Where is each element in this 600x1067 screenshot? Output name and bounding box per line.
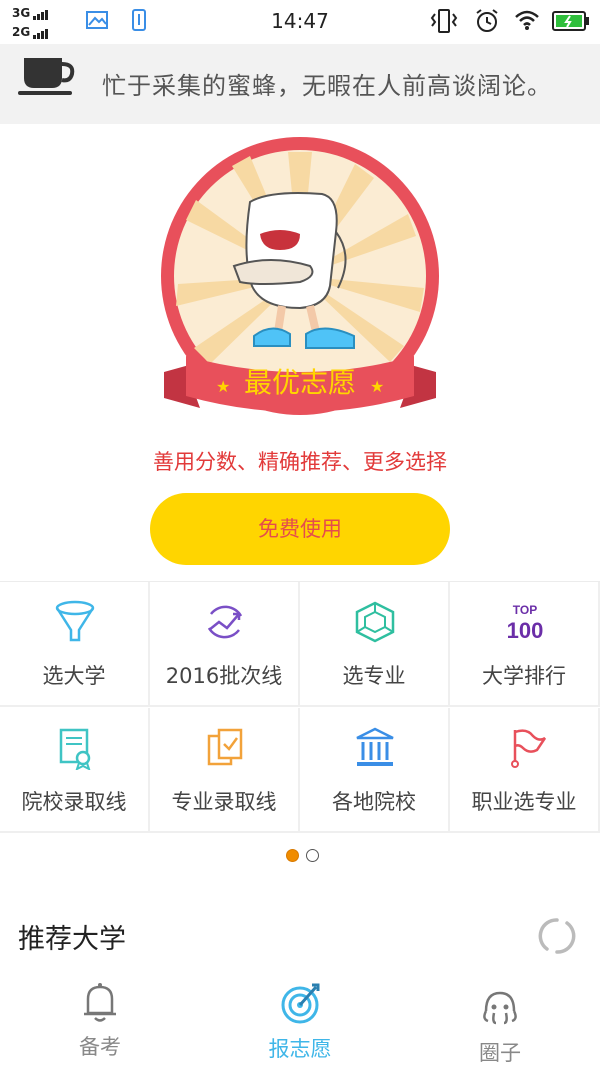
ribbon-star-right: ★: [370, 377, 384, 396]
top100-icon: TOP 100: [507, 603, 544, 643]
battery-icon: [552, 11, 589, 31]
grid-item-choose-major[interactable]: 选专业: [300, 582, 450, 707]
building-icon: [356, 727, 394, 766]
grid-item-batch-line[interactable]: 2016批次线: [150, 582, 300, 707]
flag-icon: [511, 729, 547, 768]
slogan: 善用分数、精确推荐、更多选择: [153, 450, 447, 474]
wifi-icon: [515, 10, 539, 30]
ribbon-star-left: ★: [216, 377, 230, 396]
bottom-tab-bar: 备考 报志愿 圈子: [0, 975, 600, 1067]
recommend-section-title: 推荐大学: [18, 924, 126, 955]
vibrate-icon: [430, 9, 458, 33]
clock: 14:47: [271, 9, 329, 33]
certificate-icon: [59, 728, 91, 770]
grid-item-career-major[interactable]: 职业选专业: [450, 708, 600, 833]
svg-text:TOP: TOP: [513, 603, 537, 617]
svg-text:100: 100: [507, 618, 544, 643]
grid-item-label: 大学排行: [482, 664, 566, 688]
target-icon: [281, 983, 320, 1024]
grid-item-university-ranking[interactable]: TOP 100 大学排行: [450, 582, 600, 707]
quote-text: 忙于采集的蜜蜂，无暇在人前高谈阔论。: [102, 72, 552, 100]
octopus-icon: [483, 991, 517, 1025]
tab-label: 圈子: [479, 1041, 521, 1065]
trend-arrow-icon: [207, 605, 243, 639]
tab-prepare[interactable]: 备考: [0, 975, 200, 1067]
funnel-icon: [55, 600, 95, 642]
ribbon-text: 最优志愿: [244, 366, 356, 399]
grid-item-major-score-line[interactable]: 专业录取线: [150, 708, 300, 833]
bell-icon: [84, 983, 116, 1022]
coffee-cup-icon: [18, 58, 75, 95]
grid-item-label: 2016批次线: [165, 664, 283, 688]
grid-item-label: 选大学: [42, 664, 106, 688]
grid-item-college-score-line[interactable]: 院校录取线: [0, 708, 150, 833]
mascot-badge: ★ ★ 最优志愿: [161, 137, 439, 415]
free-use-button[interactable]: 免费使用: [150, 493, 450, 565]
grid-item-regional-colleges[interactable]: 各地院校: [300, 708, 450, 833]
grid-item-label: 选专业: [342, 664, 406, 688]
page-dot-active[interactable]: [286, 849, 299, 862]
grid-item-choose-university[interactable]: 选大学: [0, 582, 150, 707]
documents-icon: [207, 728, 243, 766]
status-bar: 3G 2G 14:47: [0, 0, 600, 44]
grid-item-label: 院校录取线: [21, 790, 127, 814]
daily-quote-bar: 忙于采集的蜜蜂，无暇在人前高谈阔论。: [0, 44, 600, 124]
cube-icon: [355, 601, 395, 643]
grid-item-label: 职业选专业: [471, 790, 577, 814]
feature-grid: 选大学 2016批次线 选专业 TOP 100 大学排行 院校录取线 专业录取线…: [0, 581, 600, 833]
tab-label: 备考: [79, 1035, 121, 1059]
grid-item-label: 专业录取线: [171, 790, 277, 814]
alarm-icon: [476, 9, 498, 32]
tab-label: 报志愿: [268, 1037, 332, 1061]
tab-circle[interactable]: 圈子: [400, 975, 600, 1067]
grid-item-label: 各地院校: [332, 790, 416, 814]
page-dot[interactable]: [306, 849, 319, 862]
tab-apply[interactable]: 报志愿: [200, 975, 400, 1067]
loading-spinner-icon: [538, 918, 576, 954]
